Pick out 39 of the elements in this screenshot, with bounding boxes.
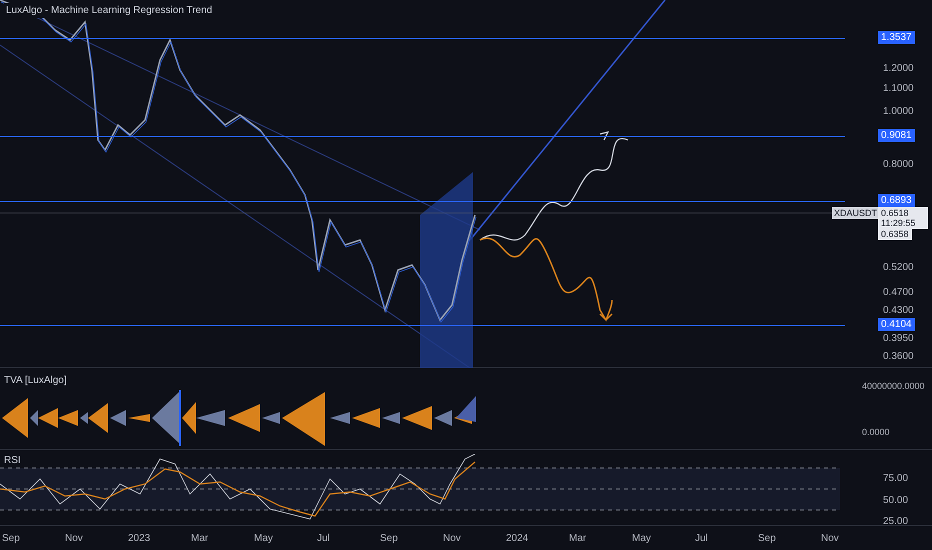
time-axis-label: Mar: [569, 532, 586, 546]
time-axis-label: Mar: [191, 532, 208, 546]
price-axis-label: 1.2000: [883, 63, 914, 75]
time-axis-label: Sep: [758, 532, 776, 546]
time-axis-label: Sep: [380, 532, 398, 546]
price-axis-label: 0.4700: [883, 287, 914, 299]
price-axis-label: 1.0000: [883, 106, 914, 118]
time-axis-label: Nov: [821, 532, 839, 546]
volume-axis-label: 0.0000: [862, 426, 890, 439]
price-axis-label: 0.5200: [883, 262, 914, 274]
time-axis-label: Nov: [65, 532, 83, 546]
price-axis-label: 0.8000: [883, 159, 914, 171]
time-axis-label: Jul: [695, 532, 708, 546]
time-axis-label: Sep: [2, 532, 20, 546]
price-axis-label: 0.3600: [883, 351, 914, 363]
last-price: 0.6518: [881, 208, 910, 218]
time-axis-label: May: [254, 532, 273, 546]
indicator-title: LuxAlgo - Machine Learning Regression Trend: [4, 3, 214, 18]
time-axis-label: Jul: [317, 532, 330, 546]
volume-axis-label: 40000000.0000: [862, 380, 925, 393]
level-price-tag: 0.6893: [878, 194, 915, 207]
rsi-axis-label: 75.00: [883, 472, 908, 486]
symbol-tag: XDAUSDT: [832, 207, 880, 219]
price-axis-label: 1.1000: [883, 83, 914, 95]
price-axis-label: 0.4300: [883, 305, 914, 317]
time-axis-label: 2024: [506, 532, 528, 546]
price-axis-label: 0.3950: [883, 333, 914, 345]
time-axis-label: 2023: [128, 532, 150, 546]
time-axis-label: Nov: [443, 532, 461, 546]
level-price-tag: 1.3537: [878, 31, 915, 44]
rsi-axis-label: 25.00: [883, 515, 908, 529]
time-axis-label: May: [632, 532, 651, 546]
indicator-title: TVA [LuxAlgo]: [4, 374, 67, 388]
level-price-tag: 0.4104: [878, 318, 915, 331]
prev-close-tag: 0.6358: [878, 229, 912, 240]
level-price-tag: 0.9081: [878, 129, 915, 142]
countdown-timer: 11:29:55: [881, 218, 916, 228]
rsi-axis-label: 50.00: [883, 494, 908, 508]
indicator-title: RSI: [4, 454, 21, 468]
